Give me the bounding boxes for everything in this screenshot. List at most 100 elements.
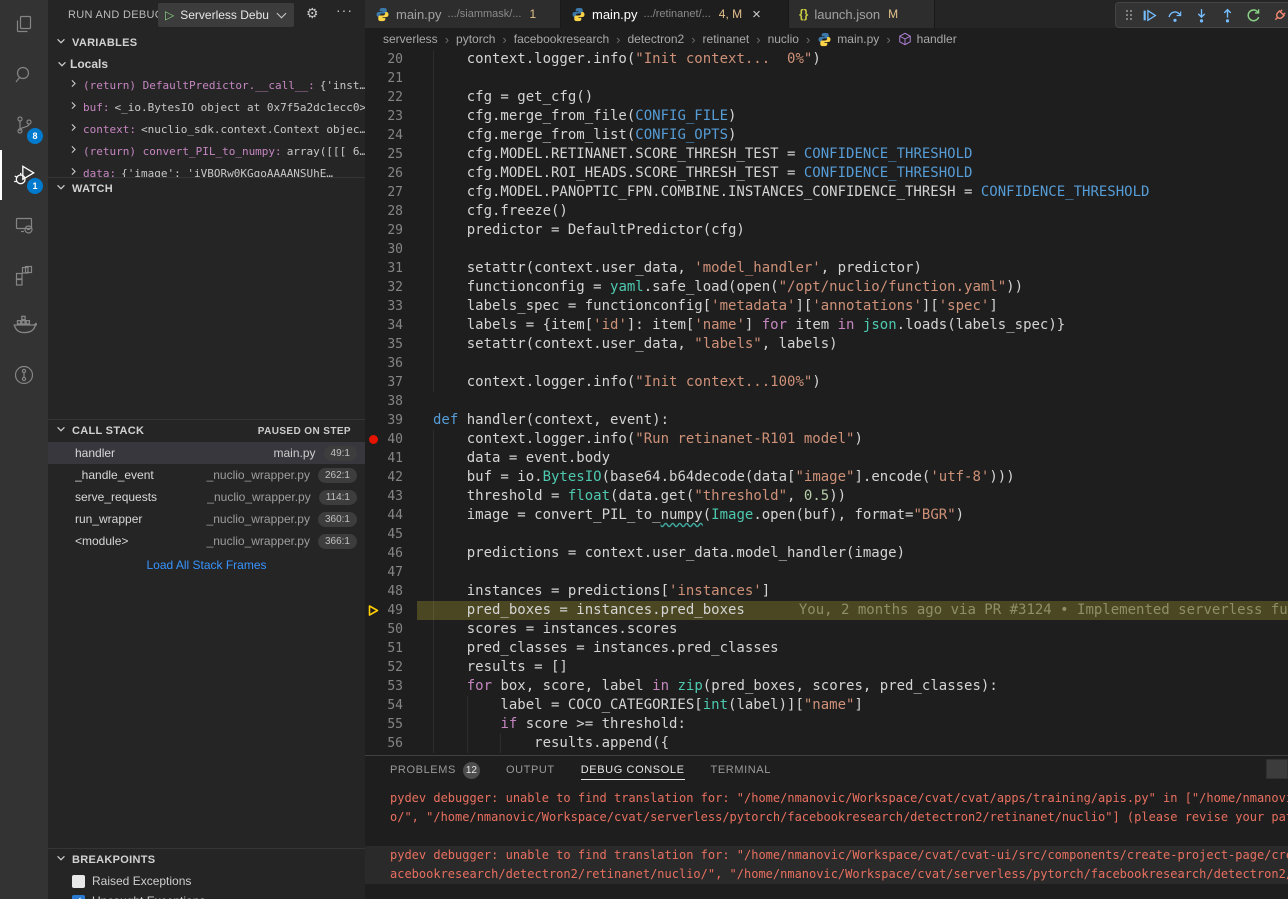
stack-frame-row[interactable]: <module>_nuclio_wrapper.py366:1 — [48, 530, 365, 552]
panel-tab-debug-console[interactable]: DEBUG CONSOLE — [581, 756, 685, 784]
gutter[interactable]: 47 — [365, 563, 417, 582]
activity-item-search[interactable] — [0, 50, 48, 100]
variable-row[interactable]: context:<nuclio_sdk.context.Context obje… — [48, 118, 365, 140]
breakpoint-icon[interactable] — [369, 435, 378, 444]
line-number: 33 — [387, 297, 403, 316]
gutter[interactable]: 23 — [365, 107, 417, 126]
gutter[interactable]: 44 — [365, 506, 417, 525]
breadcrumb-separator-icon: › — [756, 32, 760, 47]
variable-row[interactable]: buf:<_io.BytesIO object at 0x7f5a2dc1ecc… — [48, 96, 365, 118]
code-token: pred_boxes = instances.pred_boxes — [433, 602, 745, 618]
panel-tab-terminal[interactable]: TERMINAL — [711, 756, 771, 784]
gutter[interactable]: 24 — [365, 126, 417, 145]
gutter[interactable]: 51 — [365, 639, 417, 658]
load-all-stack-frames-link[interactable]: Load All Stack Frames — [146, 558, 266, 572]
variable-row[interactable]: (return) DefaultPredictor.__call__:{'ins… — [48, 74, 365, 96]
line-number: 53 — [387, 677, 403, 696]
variable-row[interactable]: data:{'image': 'iVBORw0KGgoAAAANSUhE… — [48, 162, 365, 177]
gutter[interactable]: 29 — [365, 221, 417, 240]
gutter[interactable]: 42 — [365, 468, 417, 487]
stack-frame-row[interactable]: run_wrapper_nuclio_wrapper.py360:1 — [48, 508, 365, 530]
continue-button[interactable] — [1136, 3, 1162, 27]
stack-frame-row[interactable]: serve_requests_nuclio_wrapper.py114:1 — [48, 486, 365, 508]
panel-tab-problems[interactable]: PROBLEMS12 — [390, 756, 480, 784]
editor-tab[interactable]: main.py.../siammask/...1 — [365, 0, 561, 28]
gutter[interactable]: 22 — [365, 88, 417, 107]
gutter[interactable]: 20 — [365, 50, 417, 69]
gutter[interactable]: 48 — [365, 582, 417, 601]
breadcrumb-separator-icon: › — [886, 32, 890, 47]
gutter[interactable]: 27 — [365, 183, 417, 202]
panel-tab-output[interactable]: OUTPUT — [506, 756, 555, 784]
close-icon[interactable]: × — [752, 7, 761, 22]
breadcrumb-item-pytorch[interactable]: pytorch — [456, 32, 495, 46]
gutter[interactable]: 40 — [365, 430, 417, 449]
gutter[interactable]: 46 — [365, 544, 417, 563]
gutter[interactable]: 37 — [365, 373, 417, 392]
breakpoint-checkbox[interactable]: ✓ — [72, 895, 85, 899]
gutter[interactable]: 43 — [365, 487, 417, 506]
gutter[interactable]: 34 — [365, 316, 417, 335]
step-over-button[interactable] — [1162, 3, 1188, 27]
gutter[interactable]: 56 — [365, 734, 417, 753]
gutter[interactable]: 55 — [365, 715, 417, 734]
activity-item-gitlens[interactable] — [0, 350, 48, 400]
gutter[interactable]: 39 — [365, 411, 417, 430]
breadcrumb-item-detectron2[interactable]: detectron2 — [627, 32, 684, 46]
activity-item-remote-explorer[interactable] — [0, 200, 48, 250]
gutter[interactable]: 52 — [365, 658, 417, 677]
breakpoint-row[interactable]: Raised Exceptions — [48, 871, 365, 891]
more-actions-icon[interactable]: ··· — [336, 2, 353, 18]
stack-frame-row[interactable]: _handle_event_nuclio_wrapper.py262:1 — [48, 464, 365, 486]
editor-tab[interactable]: {}launch.jsonM — [789, 0, 935, 28]
activity-item-extensions[interactable] — [0, 250, 48, 300]
gutter[interactable]: 25 — [365, 145, 417, 164]
start-debug-icon[interactable]: ▷ — [165, 8, 174, 22]
step-into-button[interactable] — [1188, 3, 1214, 27]
gutter[interactable]: 38 — [365, 392, 417, 411]
breakpoint-checkbox[interactable] — [72, 875, 85, 888]
editor-tab[interactable]: main.py.../retinanet/...4, M× — [561, 0, 789, 28]
gutter[interactable]: 54 — [365, 696, 417, 715]
stack-frame-row[interactable]: handlermain.py49:1 — [48, 442, 365, 464]
call-stack-section-header[interactable]: CALL STACK PAUSED ON STEP — [48, 420, 365, 442]
gutter[interactable]: 31 — [365, 259, 417, 278]
gutter[interactable]: 21 — [365, 69, 417, 88]
variables-scope-locals[interactable]: Locals — [48, 54, 365, 74]
watch-section-header[interactable]: WATCH — [48, 178, 365, 200]
breadcrumb-item-facebookresearch[interactable]: facebookresearch — [514, 32, 609, 46]
gutter[interactable]: 53 — [365, 677, 417, 696]
gutter[interactable]: 33 — [365, 297, 417, 316]
activity-badge: 1 — [27, 178, 43, 194]
breadcrumb-item-serverless[interactable]: serverless — [383, 32, 438, 46]
gutter[interactable]: 28 — [365, 202, 417, 221]
gutter[interactable]: 36 — [365, 354, 417, 373]
gutter[interactable]: 30 — [365, 240, 417, 259]
gutter[interactable]: 41 — [365, 449, 417, 468]
debug-config-dropdown[interactable]: ▷ Serverless Debu — [158, 3, 294, 27]
variables-section-header[interactable]: VARIABLES — [48, 32, 365, 54]
activity-item-docker[interactable] — [0, 300, 48, 350]
breadcrumb-item-mainpy[interactable]: main.py — [817, 32, 879, 47]
gutter[interactable]: 49 — [365, 601, 417, 620]
line-number: 55 — [387, 715, 403, 734]
gutter[interactable]: 50 — [365, 620, 417, 639]
breadcrumb-item-nuclio[interactable]: nuclio — [768, 32, 799, 46]
gutter[interactable]: 35 — [365, 335, 417, 354]
debug-settings-gear-icon[interactable]: ⚙ — [306, 5, 319, 22]
breadcrumb-item-retinanet[interactable]: retinanet — [703, 32, 750, 46]
activity-item-source-control[interactable]: 8 — [0, 100, 48, 150]
activity-item-explorer[interactable] — [0, 0, 48, 50]
breadcrumb-item-handler[interactable]: handler — [898, 32, 957, 46]
restart-button[interactable] — [1240, 3, 1266, 27]
breakpoints-section-header[interactable]: BREAKPOINTS — [48, 849, 365, 871]
variable-row[interactable]: (return) convert_PIL_to_numpy:array([[[ … — [48, 140, 365, 162]
gutter[interactable]: 32 — [365, 278, 417, 297]
gutter[interactable]: 45 — [365, 525, 417, 544]
step-out-button[interactable] — [1214, 3, 1240, 27]
console-filter-input[interactable] — [1266, 759, 1288, 779]
breakpoint-row[interactable]: ✓Uncaught Exceptions — [48, 891, 365, 899]
activity-item-run-debug[interactable]: 1 — [0, 150, 48, 200]
gutter[interactable]: 26 — [365, 164, 417, 183]
disconnect-button[interactable] — [1266, 3, 1288, 27]
